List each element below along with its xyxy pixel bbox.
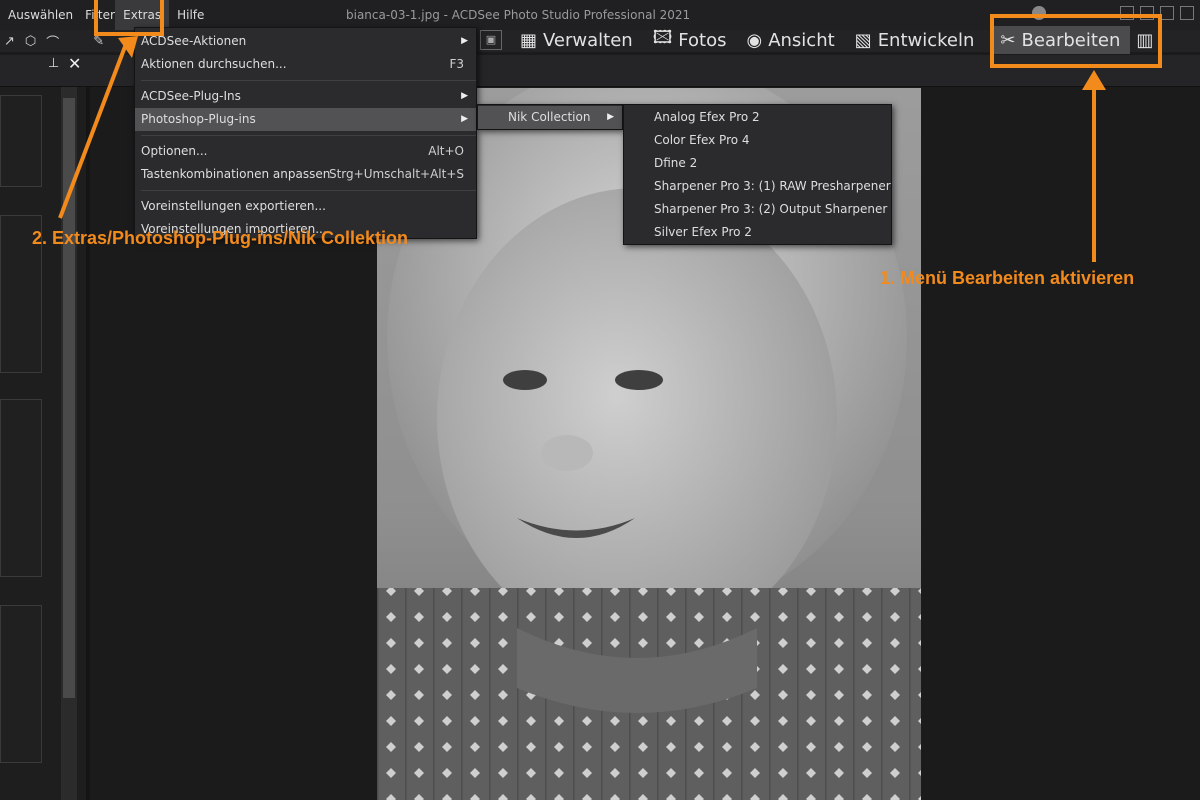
menu-separator	[141, 80, 476, 81]
mode-label: Entwickeln	[877, 29, 975, 51]
menu-item-nik-collection[interactable]: Nik Collection ▶	[478, 106, 622, 129]
layout-icon[interactable]: ▣	[480, 30, 502, 50]
menu-item-label: Aktionen durchsuchen...	[141, 57, 287, 71]
panel-scrollbar-thumb[interactable]	[63, 98, 75, 698]
close-icon[interactable]: ✕	[68, 54, 81, 73]
arrow-tool-icon[interactable]: ↗	[4, 34, 15, 49]
mode-label: Fotos	[678, 29, 727, 51]
extras-menu: ACDSee-Aktionen ▶ Aktionen durchsuchen..…	[134, 27, 477, 239]
grid-icon: ▦	[520, 29, 538, 51]
annotation-step2: 2. Extras/Photoshop-Plug-ins/Nik Collekt…	[32, 228, 409, 248]
thumbnail-slot[interactable]	[0, 399, 42, 577]
menu-item-silver-efex[interactable]: Silver Efex Pro 2	[624, 221, 891, 244]
menu-item-sharpener-output[interactable]: Sharpener Pro 3: (2) Output Sharpener	[624, 198, 891, 221]
submenu-arrow-icon: ▶	[461, 114, 468, 124]
menu-shortcut: F3	[449, 57, 464, 71]
mode-label: Ansicht	[768, 29, 835, 51]
thumbnail-slot[interactable]	[0, 95, 42, 187]
close-window-icon[interactable]	[1160, 6, 1174, 20]
menu-item-label: Nik Collection	[508, 110, 591, 124]
annotation-box-extras	[94, 0, 164, 36]
mode-verwalten[interactable]: ▦ Verwalten	[510, 26, 643, 54]
pin-icon[interactable]: ⊥	[48, 56, 59, 71]
menu-item-tastenkombinationen[interactable]: Tastenkombinationen anpassen Strg+Umscha…	[135, 163, 476, 186]
menu-item-voreinstellungen-exportieren[interactable]: Voreinstellungen exportieren...	[135, 195, 476, 218]
menu-item-label: Photoshop-Plug-ins	[141, 112, 256, 126]
menu-item-sharpener-raw[interactable]: Sharpener Pro 3: (1) RAW Presharpener	[624, 175, 891, 198]
mode-entwickeln[interactable]: ▧ Entwickeln	[845, 26, 985, 54]
menu-item-label: Tastenkombinationen anpassen	[141, 167, 331, 181]
menu-shortcut: Strg+Umschalt+Alt+S	[328, 167, 464, 181]
menu-item-acdsee-plugins[interactable]: ACDSee-Plug-Ins ▶	[135, 85, 476, 108]
menu-shortcut: Alt+O	[428, 144, 464, 158]
menu-hilfe[interactable]: Hilfe	[169, 0, 212, 30]
menu-item-acdsee-aktionen[interactable]: ACDSee-Aktionen ▶	[135, 30, 476, 53]
nik-collection-submenu: Analog Efex Pro 2 Color Efex Pro 4 Dfine…	[623, 104, 892, 245]
menu-item-analog-efex[interactable]: Analog Efex Pro 2	[624, 106, 891, 129]
menu-item-aktionen-durchsuchen[interactable]: Aktionen durchsuchen... F3	[135, 53, 476, 76]
maximize-icon[interactable]	[1180, 6, 1194, 20]
menu-item-color-efex[interactable]: Color Efex Pro 4	[624, 129, 891, 152]
mode-fotos[interactable]: 🖾 Fotos	[643, 26, 737, 54]
menu-item-optionen[interactable]: Optionen... Alt+O	[135, 140, 476, 163]
develop-icon: ▧	[854, 29, 872, 51]
submenu-arrow-icon: ▶	[461, 91, 468, 101]
menu-item-label: Voreinstellungen exportieren...	[141, 199, 326, 213]
submenu-arrow-icon: ▶	[607, 112, 614, 122]
annotation-box-bearbeiten	[990, 14, 1162, 68]
menu-item-label: ACDSee-Plug-Ins	[141, 89, 241, 103]
menu-item-label: Optionen...	[141, 144, 208, 158]
tool-icons: ↗ ⬡ ⌒ ✎	[0, 30, 104, 52]
mode-ansicht[interactable]: ◉ Ansicht	[736, 26, 844, 54]
menu-separator	[141, 190, 476, 191]
menu-item-dfine[interactable]: Dfine 2	[624, 152, 891, 175]
submenu-arrow-icon: ▶	[461, 36, 468, 46]
lasso-tool-icon[interactable]: ⌒	[46, 32, 59, 51]
menu-item-photoshop-plugins[interactable]: Photoshop-Plug-ins ▶	[135, 108, 476, 131]
mode-label: Verwalten	[543, 29, 633, 51]
menu-auswaehlen[interactable]: Auswählen	[0, 0, 81, 30]
thumbnail-slot[interactable]	[0, 605, 42, 763]
menu-separator	[141, 135, 476, 136]
photos-icon: 🖾	[652, 27, 673, 48]
panel-divider[interactable]	[86, 87, 90, 800]
polygon-tool-icon[interactable]: ⬡	[25, 34, 36, 49]
annotation-step1: 1. Menü Bearbeiten aktivieren	[880, 268, 1135, 288]
photoshop-plugins-submenu: Nik Collection ▶	[477, 104, 623, 130]
eye-icon: ◉	[746, 29, 763, 51]
menu-item-label: ACDSee-Aktionen	[141, 34, 247, 48]
